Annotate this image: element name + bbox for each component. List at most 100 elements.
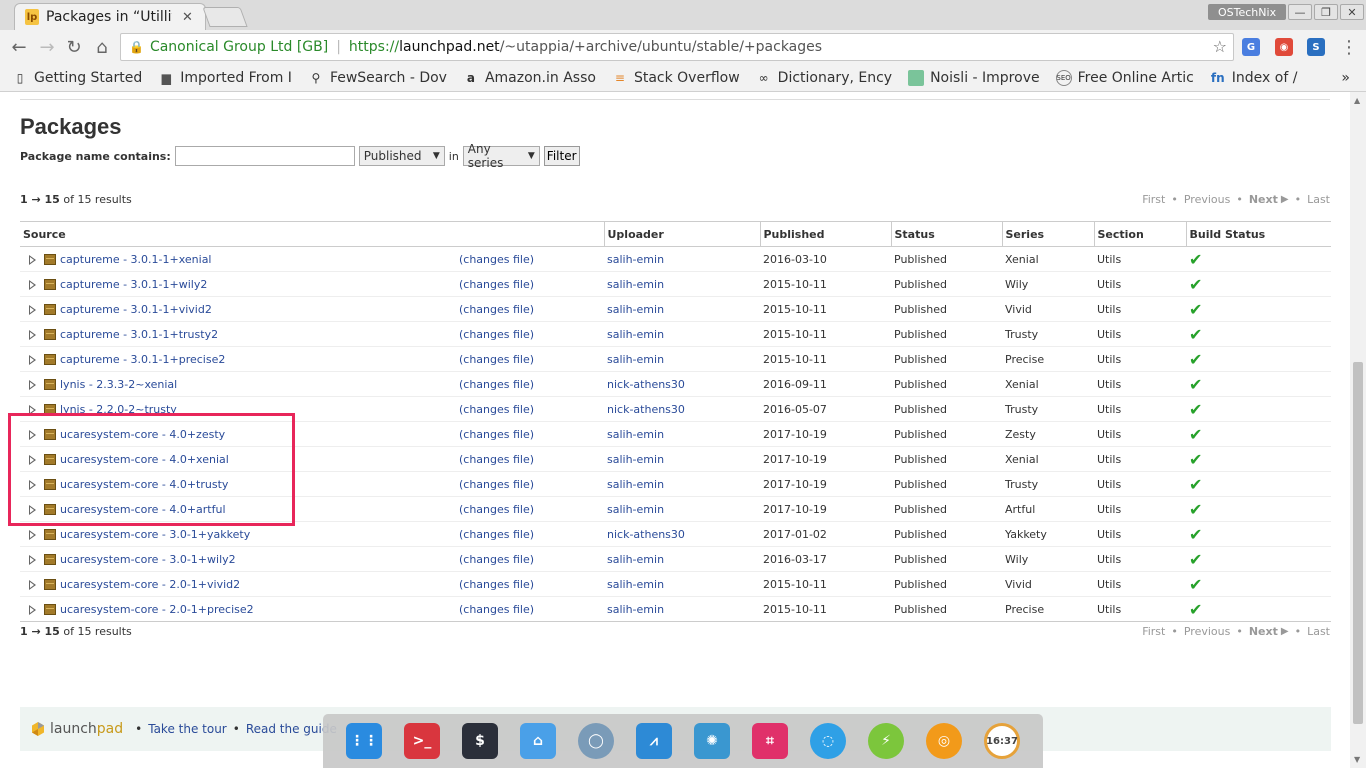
launchpad-brand[interactable]: launchpad	[50, 721, 123, 737]
uploader-link[interactable]: salih-emin	[607, 603, 664, 616]
bookmark-dictionary[interactable]: ∞ Dictionary, Ency	[756, 70, 892, 86]
new-tab-button[interactable]	[202, 7, 248, 27]
deepin-icon[interactable]: ◌	[810, 723, 846, 759]
qq-icon[interactable]: ◎	[926, 723, 962, 759]
back-icon[interactable]: ←	[8, 36, 30, 58]
bookmark-noisli[interactable]: Noisli - Improve	[908, 69, 1040, 86]
source-package-link[interactable]: captureme - 3.0.1-1+precise2	[60, 353, 225, 366]
translate-extension-icon[interactable]: G	[1242, 38, 1260, 56]
bookmark-index[interactable]: fn Index of /	[1210, 70, 1298, 86]
changes-file-link[interactable]: (changes file)	[459, 303, 534, 316]
filter-button[interactable]: Filter	[543, 146, 580, 166]
bookmark-fewsearch[interactable]: ⚲ FewSearch - Dov	[308, 70, 447, 86]
chrome-extension-icon[interactable]: ◉	[1275, 38, 1293, 56]
clock-icon[interactable]: 16:37	[984, 723, 1020, 759]
power-icon[interactable]: ⚡	[868, 723, 904, 759]
changes-file-link[interactable]: (changes file)	[459, 453, 534, 466]
expand-triangle-icon[interactable]	[29, 554, 36, 565]
shutter-icon[interactable]: ✺	[694, 723, 730, 759]
expand-triangle-icon[interactable]	[29, 379, 36, 390]
files-icon[interactable]: ⌂	[520, 723, 556, 759]
crop-icon[interactable]: ⌗	[752, 723, 788, 759]
changes-file-link[interactable]: (changes file)	[459, 478, 534, 491]
pager-first[interactable]: First	[1142, 193, 1165, 206]
chromium-icon[interactable]: ◯	[578, 723, 614, 759]
source-package-link[interactable]: ucaresystem-core - 3.0-1+wily2	[60, 553, 236, 566]
uploader-link[interactable]: salih-emin	[607, 553, 664, 566]
package-name-input[interactable]	[174, 146, 355, 166]
bookmark-star-icon[interactable]: ☆	[1213, 37, 1227, 56]
scroll-thumb[interactable]	[1353, 362, 1363, 724]
uploader-link[interactable]: salih-emin	[607, 278, 664, 291]
expand-triangle-icon[interactable]	[29, 579, 36, 590]
expand-triangle-icon[interactable]	[29, 279, 36, 290]
source-package-link[interactable]: ucaresystem-core - 3.0-1+yakkety	[60, 528, 250, 541]
scroll-up-icon[interactable]: ▲	[1354, 96, 1360, 105]
source-package-link[interactable]: captureme - 3.0.1-1+wily2	[60, 278, 207, 291]
changes-file-link[interactable]: (changes file)	[459, 278, 534, 291]
pager-previous[interactable]: Previous	[1184, 625, 1231, 638]
pager-next[interactable]: Next	[1249, 625, 1278, 638]
source-package-link[interactable]: captureme - 3.0.1-1+trusty2	[60, 328, 218, 341]
pager-previous[interactable]: Previous	[1184, 193, 1231, 206]
uploader-link[interactable]: salih-emin	[607, 453, 664, 466]
uploader-link[interactable]: salih-emin	[607, 428, 664, 441]
uploader-link[interactable]: salih-emin	[607, 303, 664, 316]
system-monitor-icon[interactable]: ⩘	[636, 723, 672, 759]
home-icon[interactable]: ⌂	[91, 36, 113, 58]
pager-first[interactable]: First	[1142, 625, 1165, 638]
uploader-link[interactable]: salih-emin	[607, 578, 664, 591]
expand-triangle-icon[interactable]	[29, 329, 36, 340]
pager-last[interactable]: Last	[1307, 625, 1330, 638]
reload-icon[interactable]: ↻	[63, 36, 85, 58]
expand-triangle-icon[interactable]	[29, 604, 36, 615]
pager-last[interactable]: Last	[1307, 193, 1330, 206]
changes-file-link[interactable]: (changes file)	[459, 528, 534, 541]
uploader-link[interactable]: salih-emin	[607, 253, 664, 266]
profile-badge[interactable]: OSTechNix	[1208, 4, 1287, 20]
bookmark-amazon[interactable]: a Amazon.in Asso	[463, 70, 596, 86]
series-select[interactable]: Any series ▼	[462, 142, 540, 170]
launcher-icon[interactable]: ⋮⋮	[346, 723, 382, 759]
uploader-link[interactable]: nick-athens30	[607, 403, 685, 416]
changes-file-link[interactable]: (changes file)	[459, 428, 534, 441]
address-bar[interactable]: 🔒 Canonical Group Ltd [GB] | https:// la…	[120, 33, 1234, 61]
terminal-red-icon[interactable]: >_	[404, 723, 440, 759]
close-window-icon[interactable]: ✕	[1340, 4, 1364, 20]
maximize-icon[interactable]: ❐	[1314, 4, 1338, 20]
source-package-link[interactable]: captureme - 3.0.1-1+vivid2	[60, 303, 212, 316]
bookmark-free-online[interactable]: SEO Free Online Artic	[1055, 69, 1194, 86]
source-package-link[interactable]: ucaresystem-core - 2.0-1+vivid2	[60, 578, 240, 591]
changes-file-link[interactable]: (changes file)	[459, 353, 534, 366]
expand-triangle-icon[interactable]	[29, 304, 36, 315]
source-package-link[interactable]: lynis - 2.3.3-2~xenial	[60, 378, 177, 391]
bookmark-imported[interactable]: ▆ Imported From I	[158, 70, 292, 86]
source-package-link[interactable]: ucaresystem-core - 2.0-1+precise2	[60, 603, 254, 616]
menu-icon[interactable]: ⋮	[1338, 36, 1360, 58]
bookmark-getting-started[interactable]: ▯ Getting Started	[12, 70, 143, 86]
uploader-link[interactable]: nick-athens30	[607, 528, 685, 541]
expand-triangle-icon[interactable]	[29, 529, 36, 540]
minimize-icon[interactable]: —	[1288, 4, 1312, 20]
pager-next[interactable]: Next	[1249, 193, 1278, 206]
expand-triangle-icon[interactable]	[29, 254, 36, 265]
s-extension-icon[interactable]: S	[1307, 38, 1325, 56]
uploader-link[interactable]: salih-emin	[607, 328, 664, 341]
tab-packages[interactable]: lp Packages in “Utilliti ✕	[14, 3, 206, 30]
uploader-link[interactable]: salih-emin	[607, 353, 664, 366]
bookmarks-overflow-button[interactable]: »	[1341, 70, 1350, 86]
uploader-link[interactable]: salih-emin	[607, 478, 664, 491]
changes-file-link[interactable]: (changes file)	[459, 253, 534, 266]
changes-file-link[interactable]: (changes file)	[459, 503, 534, 516]
changes-file-link[interactable]: (changes file)	[459, 403, 534, 416]
status-select[interactable]: Published ▼	[358, 146, 445, 166]
take-tour-link[interactable]: Take the tour	[148, 722, 227, 736]
changes-file-link[interactable]: (changes file)	[459, 553, 534, 566]
expand-triangle-icon[interactable]	[29, 354, 36, 365]
changes-file-link[interactable]: (changes file)	[459, 378, 534, 391]
scroll-down-icon[interactable]: ▼	[1354, 755, 1360, 764]
changes-file-link[interactable]: (changes file)	[459, 603, 534, 616]
bookmark-stackoverflow[interactable]: ≡ Stack Overflow	[612, 70, 740, 86]
uploader-link[interactable]: nick-athens30	[607, 378, 685, 391]
terminal-icon[interactable]: $	[462, 723, 498, 759]
